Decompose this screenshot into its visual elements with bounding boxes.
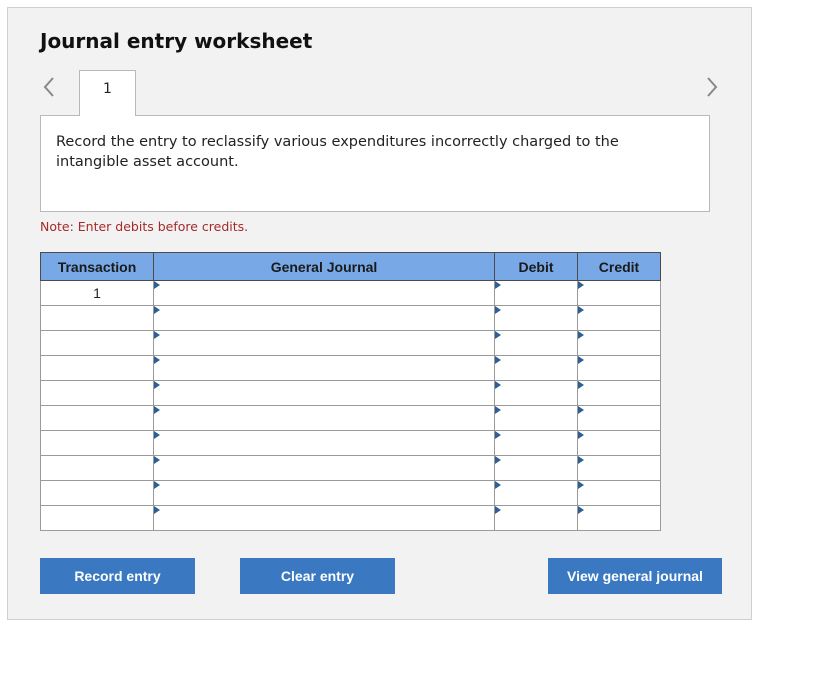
- account-field[interactable]: [154, 331, 494, 355]
- table-row: [40, 455, 661, 481]
- credit-field-cell: [577, 480, 661, 506]
- debit-field[interactable]: [495, 481, 577, 505]
- transaction-cell: 1: [40, 280, 154, 306]
- debit-field[interactable]: [495, 431, 577, 455]
- transaction-cell: [40, 355, 154, 381]
- instructions-text: Record the entry to reclassify various e…: [56, 134, 619, 170]
- record-entry-button[interactable]: Record entry: [40, 558, 195, 594]
- transaction-cell: [40, 455, 154, 481]
- credit-field[interactable]: [578, 431, 660, 455]
- account-field[interactable]: [154, 306, 494, 330]
- debit-field[interactable]: [495, 331, 577, 355]
- chevron-left-icon[interactable]: [40, 75, 58, 99]
- account-field[interactable]: [154, 506, 494, 530]
- account-field[interactable]: [154, 356, 494, 380]
- credit-field[interactable]: [578, 306, 660, 330]
- header-debit: Debit: [494, 252, 578, 281]
- table-row: [40, 405, 661, 431]
- header-transaction: Transaction: [40, 252, 154, 281]
- account-field[interactable]: [154, 456, 494, 480]
- account-field-cell: [153, 505, 495, 531]
- transaction-cell: [40, 480, 154, 506]
- table-row: [40, 355, 661, 381]
- debit-field-cell: [494, 330, 578, 356]
- chevron-right-icon[interactable]: [703, 75, 721, 99]
- credit-field[interactable]: [578, 406, 660, 430]
- credit-field-cell: [577, 380, 661, 406]
- debit-field[interactable]: [495, 306, 577, 330]
- debit-field-cell: [494, 280, 578, 306]
- account-field-cell: [153, 355, 495, 381]
- transaction-cell: [40, 430, 154, 456]
- debit-field-cell: [494, 305, 578, 331]
- debit-field-cell: [494, 480, 578, 506]
- table-row: [40, 305, 661, 331]
- transaction-cell: [40, 305, 154, 331]
- debit-field-cell: [494, 355, 578, 381]
- transaction-cell: [40, 330, 154, 356]
- debit-field[interactable]: [495, 281, 577, 305]
- debit-field[interactable]: [495, 356, 577, 380]
- debit-field-cell: [494, 405, 578, 431]
- credit-field[interactable]: [578, 356, 660, 380]
- credit-field-cell: [577, 430, 661, 456]
- credit-field[interactable]: [578, 456, 660, 480]
- transaction-cell: [40, 405, 154, 431]
- transaction-cell: [40, 380, 154, 406]
- table-row: [40, 480, 661, 506]
- table-row: [40, 380, 661, 406]
- credit-field[interactable]: [578, 481, 660, 505]
- table-row: [40, 330, 661, 356]
- debit-field-cell: [494, 455, 578, 481]
- instructions-box: Record the entry to reclassify various e…: [40, 115, 710, 212]
- clear-entry-button[interactable]: Clear entry: [240, 558, 395, 594]
- credit-field-cell: [577, 455, 661, 481]
- account-field-cell: [153, 430, 495, 456]
- debit-field-cell: [494, 380, 578, 406]
- table-row: 1: [40, 280, 661, 306]
- credit-field[interactable]: [578, 331, 660, 355]
- debit-field[interactable]: [495, 406, 577, 430]
- account-field-cell: [153, 455, 495, 481]
- debit-field[interactable]: [495, 381, 577, 405]
- table-row: [40, 505, 661, 531]
- account-field[interactable]: [154, 281, 494, 305]
- credit-field[interactable]: [578, 281, 660, 305]
- credit-field-cell: [577, 355, 661, 381]
- credit-field-cell: [577, 280, 661, 306]
- account-field[interactable]: [154, 406, 494, 430]
- credit-field-cell: [577, 305, 661, 331]
- debit-field-cell: [494, 505, 578, 531]
- header-general-journal: General Journal: [153, 252, 495, 281]
- debit-field[interactable]: [495, 456, 577, 480]
- credit-field-cell: [577, 330, 661, 356]
- account-field-cell: [153, 330, 495, 356]
- table-header-row: Transaction General Journal Debit Credit: [40, 252, 661, 281]
- account-field-cell: [153, 405, 495, 431]
- journal-table: Transaction General Journal Debit Credit…: [40, 252, 661, 531]
- account-field[interactable]: [154, 381, 494, 405]
- account-field-cell: [153, 305, 495, 331]
- account-field-cell: [153, 380, 495, 406]
- account-field[interactable]: [154, 431, 494, 455]
- account-field[interactable]: [154, 481, 494, 505]
- note-text: Note: Enter debits before credits.: [40, 219, 249, 234]
- credit-field[interactable]: [578, 381, 660, 405]
- debit-field[interactable]: [495, 506, 577, 530]
- credit-field-cell: [577, 505, 661, 531]
- tab-1[interactable]: 1: [79, 70, 136, 116]
- debit-field-cell: [494, 430, 578, 456]
- credit-field-cell: [577, 405, 661, 431]
- header-credit: Credit: [577, 252, 661, 281]
- view-general-journal-button[interactable]: View general journal: [548, 558, 722, 594]
- account-field-cell: [153, 280, 495, 306]
- table-row: [40, 430, 661, 456]
- worksheet-title: Journal entry worksheet: [40, 29, 313, 53]
- account-field-cell: [153, 480, 495, 506]
- credit-field[interactable]: [578, 506, 660, 530]
- transaction-cell: [40, 505, 154, 531]
